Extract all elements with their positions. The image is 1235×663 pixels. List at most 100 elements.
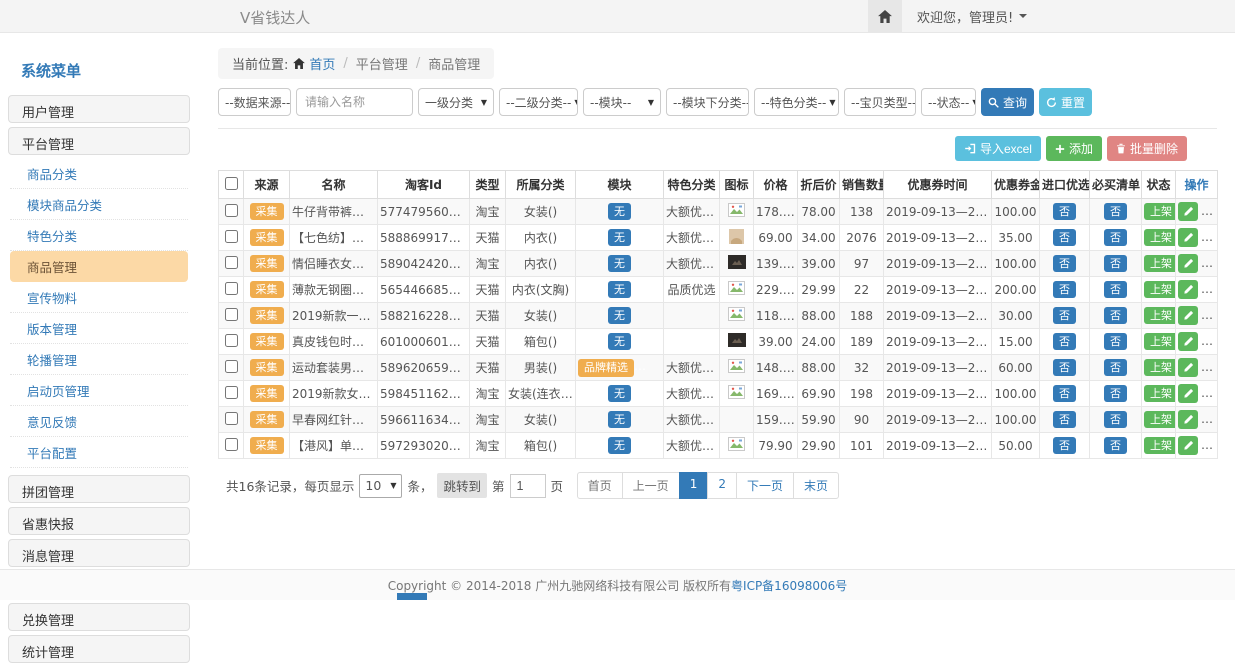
sidebar-group-6[interactable]: 兑换管理 [8,603,190,631]
sidebar-item-5[interactable]: 版本管理 [10,313,188,344]
must-buy-toggle[interactable]: 否 [1104,359,1127,377]
imported-toggle[interactable]: 否 [1053,203,1076,221]
filter-select-status[interactable]: --状态--▼ [921,88,976,116]
must-buy-toggle[interactable]: 否 [1104,203,1127,221]
sidebar-group-7[interactable]: 统计管理 [8,635,190,663]
row-checkbox[interactable] [225,438,238,451]
edit-button[interactable] [1178,280,1198,299]
imported-toggle[interactable]: 否 [1053,333,1076,351]
edit-button[interactable] [1178,332,1198,351]
must-buy-toggle[interactable]: 否 [1104,437,1127,455]
reset-button[interactable]: 重置 [1039,88,1092,116]
status-toggle[interactable]: 上架 [1144,229,1176,247]
edit-button[interactable] [1178,410,1198,429]
row-checkbox[interactable] [225,360,238,373]
must-buy-toggle[interactable]: 否 [1104,385,1127,403]
row-checkbox[interactable] [225,204,238,217]
cell-imported: 否 [1040,225,1090,251]
page-button-4[interactable]: 下一页 [736,472,794,499]
must-buy-toggle[interactable]: 否 [1104,229,1127,247]
row-checkbox[interactable] [225,256,238,269]
sidebar-item-6[interactable]: 轮播管理 [10,344,188,375]
user-menu[interactable]: 欢迎您，管理员! [902,7,1042,26]
status-toggle[interactable]: 上架 [1144,411,1176,429]
sidebar-item-0[interactable]: 商品分类 [10,158,188,189]
row-checkbox[interactable] [225,230,238,243]
must-buy-toggle[interactable]: 否 [1104,255,1127,273]
status-toggle[interactable]: 上架 [1144,359,1176,377]
home-button[interactable] [868,0,902,32]
status-toggle[interactable]: 上架 [1144,281,1176,299]
status-toggle[interactable]: 上架 [1144,203,1176,221]
edit-button[interactable] [1178,228,1198,247]
sidebar-group-2[interactable]: 拼团管理 [8,475,190,503]
edit-button[interactable] [1178,306,1198,325]
edit-button[interactable] [1178,436,1198,455]
row-checkbox[interactable] [225,386,238,399]
imported-toggle[interactable]: 否 [1053,255,1076,273]
sidebar-item-7[interactable]: 启动页管理 [10,375,188,406]
cell-discount-price: 69.90 [798,381,840,407]
sidebar-item-2[interactable]: 特色分类 [10,220,188,251]
sidebar-item-8[interactable]: 意见反馈 [10,406,188,437]
imported-toggle[interactable]: 否 [1053,359,1076,377]
filter-select-item-type[interactable]: --宝贝类型--▼ [844,88,916,116]
status-toggle[interactable]: 上架 [1144,307,1176,325]
batch-delete-button[interactable]: 批量删除 [1107,136,1187,161]
status-toggle[interactable]: 上架 [1144,437,1176,455]
sidebar-item-1[interactable]: 模块商品分类 [10,189,188,220]
page-button-3[interactable]: 2 [707,472,737,499]
add-button[interactable]: 添加 [1046,136,1102,161]
filter-select-module[interactable]: --模块--▼ [583,88,661,116]
filter-select-data-source[interactable]: --数据来源--▼ [218,88,291,116]
page-button-2[interactable]: 1 [679,472,709,499]
per-page-select[interactable]: 10 ▼ [359,474,402,498]
edit-button[interactable] [1178,202,1198,221]
sidebar-group-4[interactable]: 消息管理 [8,539,190,567]
must-buy-toggle[interactable]: 否 [1104,333,1127,351]
edit-button[interactable] [1178,254,1198,273]
sidebar-group-1[interactable]: 平台管理 [8,127,190,155]
jump-page-input[interactable] [510,474,546,498]
imported-toggle[interactable]: 否 [1053,385,1076,403]
icp-link[interactable]: 粤ICP备16098006号 [731,577,847,594]
breadcrumb-home-link[interactable]: 首页 [293,54,335,73]
page-button-1[interactable]: 上一页 [622,472,680,499]
filter-select-level2-category[interactable]: --二级分类--▼ [499,88,578,116]
row-checkbox[interactable] [225,412,238,425]
status-toggle[interactable]: 上架 [1144,385,1176,403]
row-checkbox[interactable] [225,334,238,347]
query-button[interactable]: 查询 [981,88,1034,116]
home-icon [293,58,305,69]
must-buy-toggle[interactable]: 否 [1104,411,1127,429]
status-toggle[interactable]: 上架 [1144,255,1176,273]
row-checkbox[interactable] [225,308,238,321]
page-button-5[interactable]: 末页 [793,472,839,499]
broken-image-icon [728,203,745,217]
filter-select-module-subcategory[interactable]: --模块下分类--▼ [666,88,749,116]
imported-toggle[interactable]: 否 [1053,411,1076,429]
sidebar-item-3[interactable]: 商品管理 [10,251,188,282]
sidebar-group-3[interactable]: 省惠快报 [8,507,190,535]
name-search-input[interactable] [296,88,413,116]
edit-button[interactable] [1178,384,1198,403]
imported-toggle[interactable]: 否 [1053,229,1076,247]
page-button-0[interactable]: 首页 [577,472,623,499]
row-checkbox[interactable] [225,282,238,295]
sidebar-item-4[interactable]: 宣传物料 [10,282,188,313]
select-all-checkbox[interactable] [225,177,238,190]
imported-toggle[interactable]: 否 [1053,437,1076,455]
column-header-8: 图标 [720,171,754,199]
import-excel-button[interactable]: 导入excel [955,136,1041,161]
imported-toggle[interactable]: 否 [1053,281,1076,299]
imported-toggle[interactable]: 否 [1053,307,1076,325]
edit-button[interactable] [1178,358,1198,377]
must-buy-toggle[interactable]: 否 [1104,281,1127,299]
status-toggle[interactable]: 上架 [1144,333,1176,351]
sidebar-item-9[interactable]: 平台配置 [10,437,188,468]
filter-select-level1-category[interactable]: 一级分类▼ [418,88,494,116]
sidebar-group-0[interactable]: 用户管理 [8,95,190,123]
jump-button[interactable]: 跳转到 [437,473,487,498]
filter-select-feature-category[interactable]: --特色分类--▼ [754,88,839,116]
must-buy-toggle[interactable]: 否 [1104,307,1127,325]
